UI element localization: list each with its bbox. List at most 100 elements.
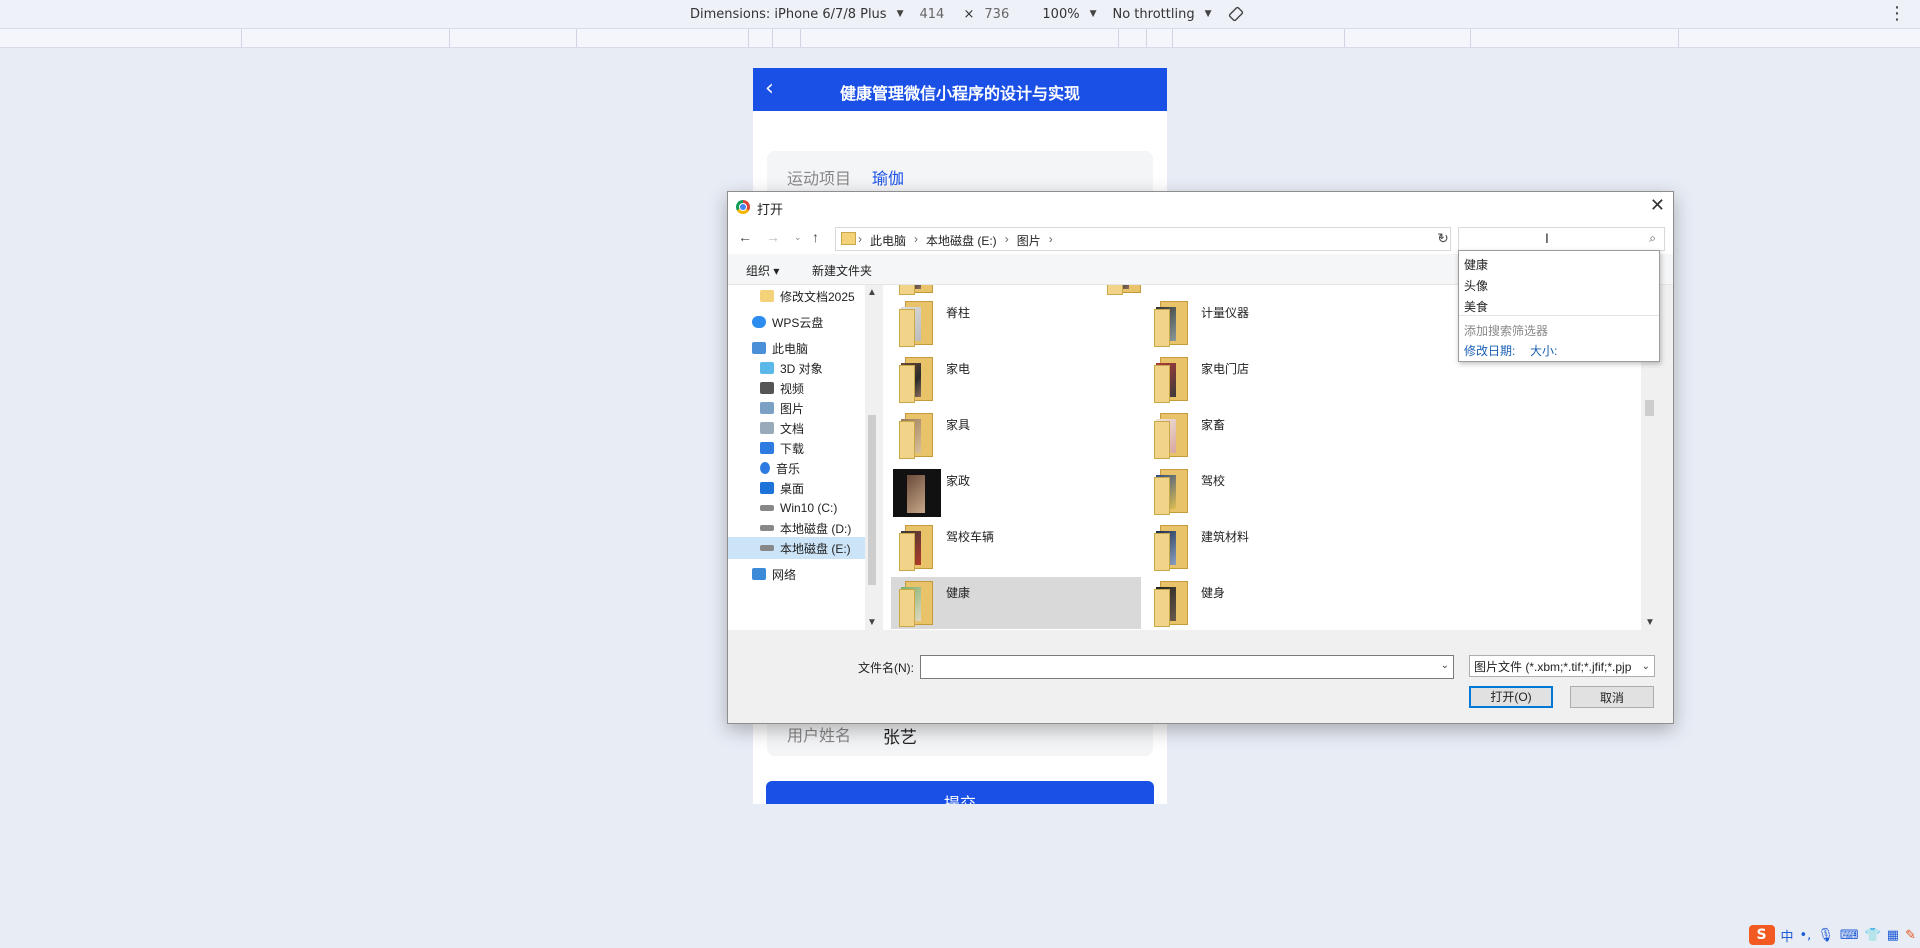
cloud-icon: [752, 316, 766, 328]
punctuation-icon[interactable]: •,: [1800, 928, 1812, 943]
scroll-down-icon[interactable]: ▼: [1645, 617, 1655, 628]
list-item[interactable]: 家畜: [1146, 409, 1396, 461]
folder-icon: [841, 232, 856, 245]
folder-thumbnail-icon: [899, 413, 933, 459]
file-name: 家畜: [1201, 418, 1226, 432]
ime-mode[interactable]: 中: [1781, 926, 1794, 945]
cancel-button[interactable]: 取消: [1570, 686, 1654, 708]
sidebar-item-desktop[interactable]: 桌面: [728, 477, 879, 499]
filter-date-link[interactable]: 修改日期:: [1464, 342, 1515, 359]
open-button[interactable]: 打开(O): [1469, 686, 1553, 708]
list-item[interactable]: 健身: [1146, 577, 1396, 629]
filter-size-link[interactable]: 大小:: [1530, 342, 1557, 359]
sidebar-item-wps-cloud[interactable]: WPS云盘: [728, 311, 879, 333]
list-item[interactable]: 计量仪器: [1146, 297, 1396, 349]
suggestion-item[interactable]: 健康: [1464, 256, 1488, 273]
back-arrow-icon[interactable]: ←: [738, 229, 752, 245]
dialog-titlebar: 打开 ✕: [728, 192, 1673, 222]
breadcrumb-item[interactable]: 本地磁盘 (E:): [926, 232, 997, 249]
sidebar-scrollbar[interactable]: ▲ ▼: [865, 285, 879, 630]
sidebar-item-drive-d[interactable]: 本地磁盘 (D:): [728, 517, 879, 539]
sidebar-item-music[interactable]: 音乐: [728, 457, 879, 479]
list-item[interactable]: 家电: [891, 353, 1141, 405]
recent-locations-icon[interactable]: ⌄: [794, 232, 802, 243]
new-folder-button[interactable]: 新建文件夹: [812, 262, 872, 279]
sidebar-item-drive-c[interactable]: Win10 (C:): [728, 497, 879, 519]
scroll-down-icon[interactable]: ▼: [867, 617, 877, 628]
breadcrumb-item[interactable]: 图片: [1017, 232, 1041, 249]
sidebar-item-label: 下载: [780, 441, 805, 456]
divider: [1459, 315, 1659, 316]
folder-thumbnail-icon: [1154, 301, 1188, 347]
sidebar-item-label: 文档: [780, 421, 805, 436]
list-item[interactable]: 脊柱: [891, 297, 1141, 349]
sogou-ime-icon[interactable]: S: [1748, 925, 1775, 945]
viewport-width-input[interactable]: 414: [920, 7, 946, 22]
sidebar-item-label: 本地磁盘 (D:): [780, 521, 852, 536]
submit-button[interactable]: 提交: [766, 781, 1154, 804]
close-icon[interactable]: ✕: [1650, 195, 1665, 216]
sidebar-item-documents[interactable]: 文档: [728, 417, 879, 439]
field-value: 瑜伽: [872, 169, 905, 188]
search-input[interactable]: I ⌕: [1458, 227, 1665, 251]
address-bar[interactable]: › 此电脑 › 本地磁盘 (E:) › 图片 › ⌄: [835, 227, 1451, 251]
scroll-up-icon[interactable]: ▲: [867, 287, 877, 298]
list-item[interactable]: 建筑材料: [1146, 521, 1396, 573]
scrollbar-thumb[interactable]: [868, 415, 876, 585]
dialog-title: 打开: [757, 202, 784, 217]
search-icon[interactable]: ⌕: [1649, 231, 1656, 246]
breadcrumb-separator: ›: [1004, 232, 1009, 246]
device-select[interactable]: Dimensions: iPhone 6/7/8 Plus: [690, 7, 887, 22]
viewport-height-input[interactable]: 736: [984, 7, 1010, 22]
throttling-select[interactable]: No throttling: [1113, 7, 1195, 22]
suggestion-item[interactable]: 美食: [1464, 298, 1488, 315]
sidebar-item-3d-objects[interactable]: 3D 对象: [728, 357, 879, 379]
list-item[interactable]: 家具: [891, 409, 1141, 461]
sidebar-item-this-pc[interactable]: 此电脑: [728, 337, 879, 359]
navigation-pane: 修改文档2025 WPS云盘 此电脑 3D 对象 视频 图片 文档 下载 音乐 …: [728, 285, 879, 630]
folder-thumbnail-icon: [899, 357, 933, 403]
kebab-icon[interactable]: ⋮: [1888, 3, 1906, 24]
sidebar-item-drive-e[interactable]: 本地磁盘 (E:): [728, 537, 865, 559]
scrollbar-thumb[interactable]: [1645, 400, 1654, 416]
up-arrow-icon[interactable]: ↑: [812, 229, 819, 245]
documents-icon: [760, 422, 774, 434]
rotate-icon[interactable]: [1228, 6, 1244, 22]
list-item[interactable]: 驾校: [1146, 465, 1396, 517]
sidebar-item-video[interactable]: 视频: [728, 377, 879, 399]
sidebar-item-label: 视频: [780, 381, 805, 396]
file-name: 家具: [946, 418, 971, 432]
organize-menu[interactable]: 组织 ▾: [746, 262, 779, 279]
keyboard-icon[interactable]: ⌨: [1840, 928, 1859, 943]
chevron-down-icon[interactable]: ⌄: [1441, 660, 1449, 671]
sidebar-item-docs2025[interactable]: 修改文档2025: [728, 285, 879, 307]
shirt-icon[interactable]: 👕: [1865, 928, 1881, 943]
sidebar-item-pictures[interactable]: 图片: [728, 397, 879, 419]
suggestion-item[interactable]: 头像: [1464, 277, 1488, 294]
filename-input[interactable]: ⌄: [920, 655, 1454, 679]
file-name: 驾校车辆: [946, 530, 995, 544]
folder-thumbnail-icon: [899, 301, 933, 347]
filetype-select[interactable]: 图片文件 (*.xbm;*.tif;*.jfif;*.pjp ⌄: [1469, 655, 1655, 677]
sidebar-item-downloads[interactable]: 下载: [728, 437, 879, 459]
list-item-selected[interactable]: 健康: [891, 577, 1141, 629]
field-label: 运动项目: [787, 169, 852, 188]
microphone-icon[interactable]: 🎙: [1817, 928, 1834, 943]
sidebar-item-label: 修改文档2025: [780, 289, 855, 304]
folder-thumbnail-icon: [1154, 581, 1188, 627]
list-item[interactable]: [1099, 285, 1349, 297]
list-item[interactable]: 家政: [891, 465, 1141, 517]
grid-icon[interactable]: ▦: [1887, 928, 1899, 943]
music-icon: [760, 462, 770, 474]
tools-icon[interactable]: ✎: [1905, 928, 1916, 943]
forward-arrow-icon[interactable]: →: [766, 229, 780, 245]
list-item[interactable]: 驾校车辆: [891, 521, 1141, 573]
breadcrumb-separator: ›: [914, 232, 919, 246]
sidebar-item-network[interactable]: 网络: [728, 563, 879, 585]
breadcrumb-item[interactable]: 此电脑: [870, 232, 906, 249]
file-name: 脊柱: [946, 306, 971, 320]
zoom-select[interactable]: 100%: [1042, 7, 1079, 22]
list-item[interactable]: 家电门店: [1146, 353, 1396, 405]
folder-thumbnail-icon: [899, 581, 933, 627]
refresh-icon[interactable]: ↻: [1432, 227, 1454, 251]
